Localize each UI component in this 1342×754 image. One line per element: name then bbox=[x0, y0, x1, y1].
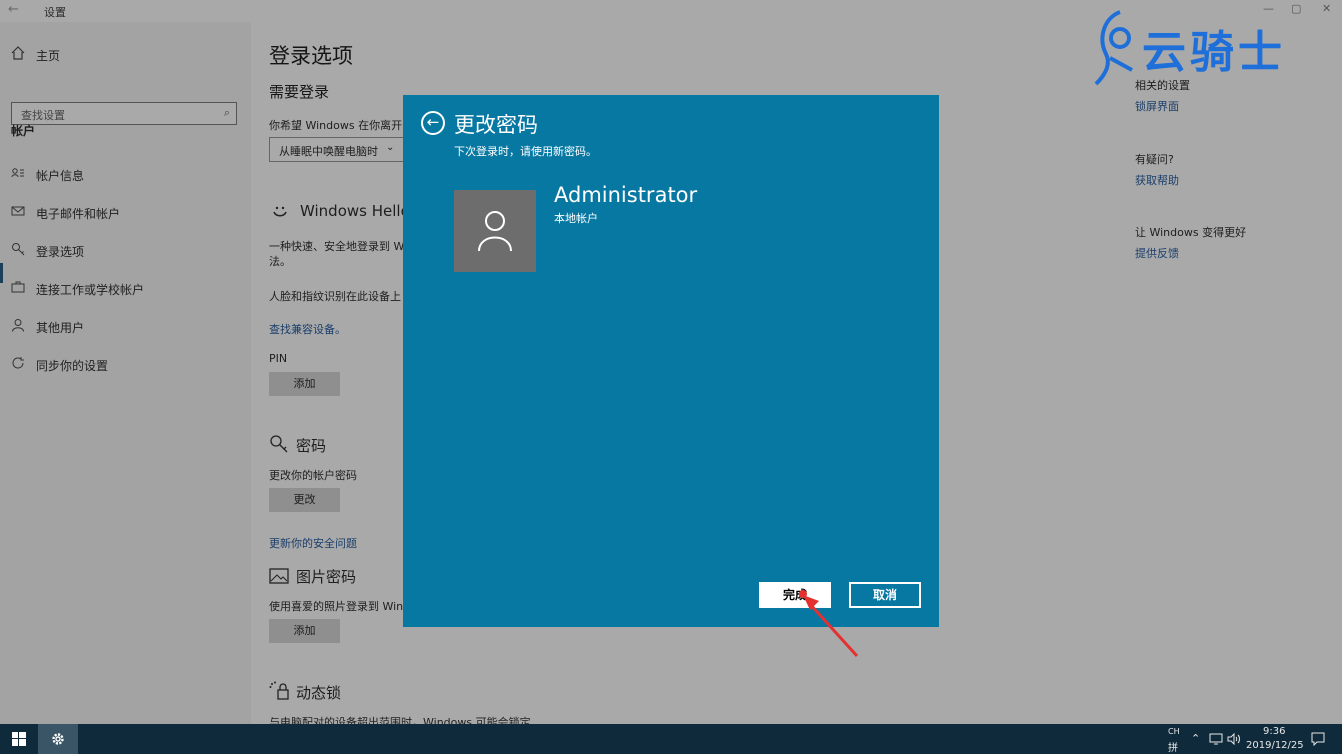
sidebar-item-signin-options[interactable]: 登录选项 bbox=[0, 233, 251, 269]
sync-icon bbox=[11, 356, 25, 370]
taskbar: CH 拼 ⌃ 9:36 2019/12/25 bbox=[0, 724, 1342, 754]
picture-icon bbox=[269, 567, 289, 589]
watermark-logo: 云骑士 bbox=[1092, 8, 1312, 88]
feedback-link[interactable]: 提供反馈 bbox=[1135, 245, 1179, 261]
key-icon bbox=[269, 434, 289, 458]
ime-indicator-bottom[interactable]: 拼 bbox=[1168, 739, 1178, 754]
password-change-button[interactable]: 更改 bbox=[269, 488, 340, 512]
back-arrow-icon[interactable]: ← bbox=[8, 2, 19, 17]
away-select-value: 从睡眠中唤醒电脑时 bbox=[279, 145, 378, 158]
dynamic-lock-heading: 动态锁 bbox=[296, 684, 342, 702]
pin-label: PIN bbox=[269, 352, 288, 365]
sidebar-section-title: 帐户 bbox=[11, 124, 36, 138]
sidebar: 主页 查找设置 ⌕ 帐户 帐户信息 电子邮件和帐户 登录选项 连接工作或学校帐户… bbox=[0, 22, 251, 724]
user-type: 本地帐户 bbox=[554, 212, 598, 225]
compat-devices-link[interactable]: 查找兼容设备。 bbox=[269, 321, 346, 337]
mail-icon bbox=[11, 204, 25, 218]
person-card-icon bbox=[11, 166, 25, 180]
hello-desc-line1: 一种快速、安全地登录到 W bbox=[269, 240, 405, 253]
home-icon bbox=[11, 46, 25, 60]
sidebar-item-work-school[interactable]: 连接工作或学校帐户 bbox=[0, 271, 251, 307]
picture-password-desc: 使用喜爱的照片登录到 Win bbox=[269, 600, 404, 613]
clock-time[interactable]: 9:36 bbox=[1263, 726, 1285, 737]
windows-logo-icon bbox=[12, 732, 26, 746]
avatar bbox=[454, 190, 536, 272]
sidebar-item-label: 帐户信息 bbox=[36, 169, 85, 183]
password-desc: 更改你的帐户密码 bbox=[269, 469, 357, 482]
help-link[interactable]: 获取帮助 bbox=[1135, 172, 1179, 188]
ime-indicator-top[interactable]: CH bbox=[1168, 727, 1180, 736]
volume-icon[interactable] bbox=[1227, 733, 1241, 745]
smiley-icon bbox=[271, 202, 289, 224]
lockscreen-link[interactable]: 锁屏界面 bbox=[1135, 98, 1179, 114]
key-icon bbox=[11, 242, 25, 256]
dialog-title: 更改密码 bbox=[454, 113, 538, 137]
sidebar-item-sync[interactable]: 同步你的设置 bbox=[0, 347, 251, 383]
gear-icon bbox=[52, 733, 64, 745]
clock-date[interactable]: 2019/12/25 bbox=[1246, 740, 1304, 751]
user-icon bbox=[478, 211, 512, 252]
sidebar-item-label: 登录选项 bbox=[36, 245, 85, 259]
pin-add-button[interactable]: 添加 bbox=[269, 372, 340, 396]
taskbar-settings-app[interactable] bbox=[38, 724, 78, 754]
sidebar-item-label: 其他用户 bbox=[36, 321, 85, 335]
pointer-arrow-icon bbox=[799, 590, 859, 658]
hello-heading: Windows Hello bbox=[300, 202, 410, 220]
sidebar-item-home[interactable]: 主页 bbox=[0, 37, 251, 73]
picture-password-heading: 图片密码 bbox=[296, 568, 357, 586]
notification-icon[interactable] bbox=[1311, 732, 1325, 746]
person-icon bbox=[11, 318, 25, 332]
page-title: 登录选项 bbox=[269, 44, 353, 68]
briefcase-icon bbox=[11, 280, 25, 294]
dynamic-lock-icon bbox=[269, 681, 291, 705]
sidebar-item-email[interactable]: 电子邮件和帐户 bbox=[0, 195, 251, 231]
sidebar-item-label: 连接工作或学校帐户 bbox=[36, 283, 145, 297]
user-name: Administrator bbox=[554, 183, 698, 207]
close-icon[interactable]: ✕ bbox=[1322, 2, 1331, 15]
search-placeholder: 查找设置 bbox=[21, 109, 65, 122]
security-questions-link[interactable]: 更新你的安全问题 bbox=[269, 535, 357, 551]
sidebar-item-account-info[interactable]: 帐户信息 bbox=[0, 157, 251, 193]
away-select[interactable]: 从睡眠中唤醒电脑时 ⌄ bbox=[269, 137, 405, 162]
require-signin-heading: 需要登录 bbox=[269, 83, 330, 101]
search-input[interactable]: 查找设置 ⌕ bbox=[11, 102, 237, 125]
face-fingerprint-text: 人脸和指纹识别在此设备上 bbox=[269, 290, 401, 303]
search-icon: ⌕ bbox=[223, 106, 230, 119]
dialog-subtitle: 下次登录时，请使用新密码。 bbox=[454, 145, 597, 158]
better-windows-heading: 让 Windows 变得更好 bbox=[1135, 226, 1247, 239]
sidebar-item-label: 同步你的设置 bbox=[36, 359, 109, 373]
change-password-dialog: ← 更改密码 下次登录时，请使用新密码。 Administrator 本地帐户 … bbox=[403, 95, 939, 627]
watermark-text: 云骑士 bbox=[1142, 27, 1286, 78]
back-arrow-icon[interactable]: ← bbox=[421, 111, 445, 135]
sidebar-item-label: 电子邮件和帐户 bbox=[36, 207, 121, 221]
sidebar-item-other-users[interactable]: 其他用户 bbox=[0, 309, 251, 345]
question-heading: 有疑问? bbox=[1135, 153, 1174, 166]
network-icon[interactable] bbox=[1209, 733, 1223, 745]
chevron-up-icon[interactable]: ⌃ bbox=[1191, 732, 1200, 745]
start-button[interactable] bbox=[0, 724, 38, 754]
password-heading: 密码 bbox=[296, 437, 327, 455]
hello-desc-line2: 法。 bbox=[269, 255, 291, 268]
sidebar-item-label: 主页 bbox=[36, 49, 61, 63]
picture-add-button[interactable]: 添加 bbox=[269, 619, 340, 643]
chevron-down-icon: ⌄ bbox=[386, 142, 395, 153]
window-title: 设置 bbox=[44, 6, 66, 19]
away-text: 你希望 Windows 在你离开电 bbox=[269, 119, 414, 132]
